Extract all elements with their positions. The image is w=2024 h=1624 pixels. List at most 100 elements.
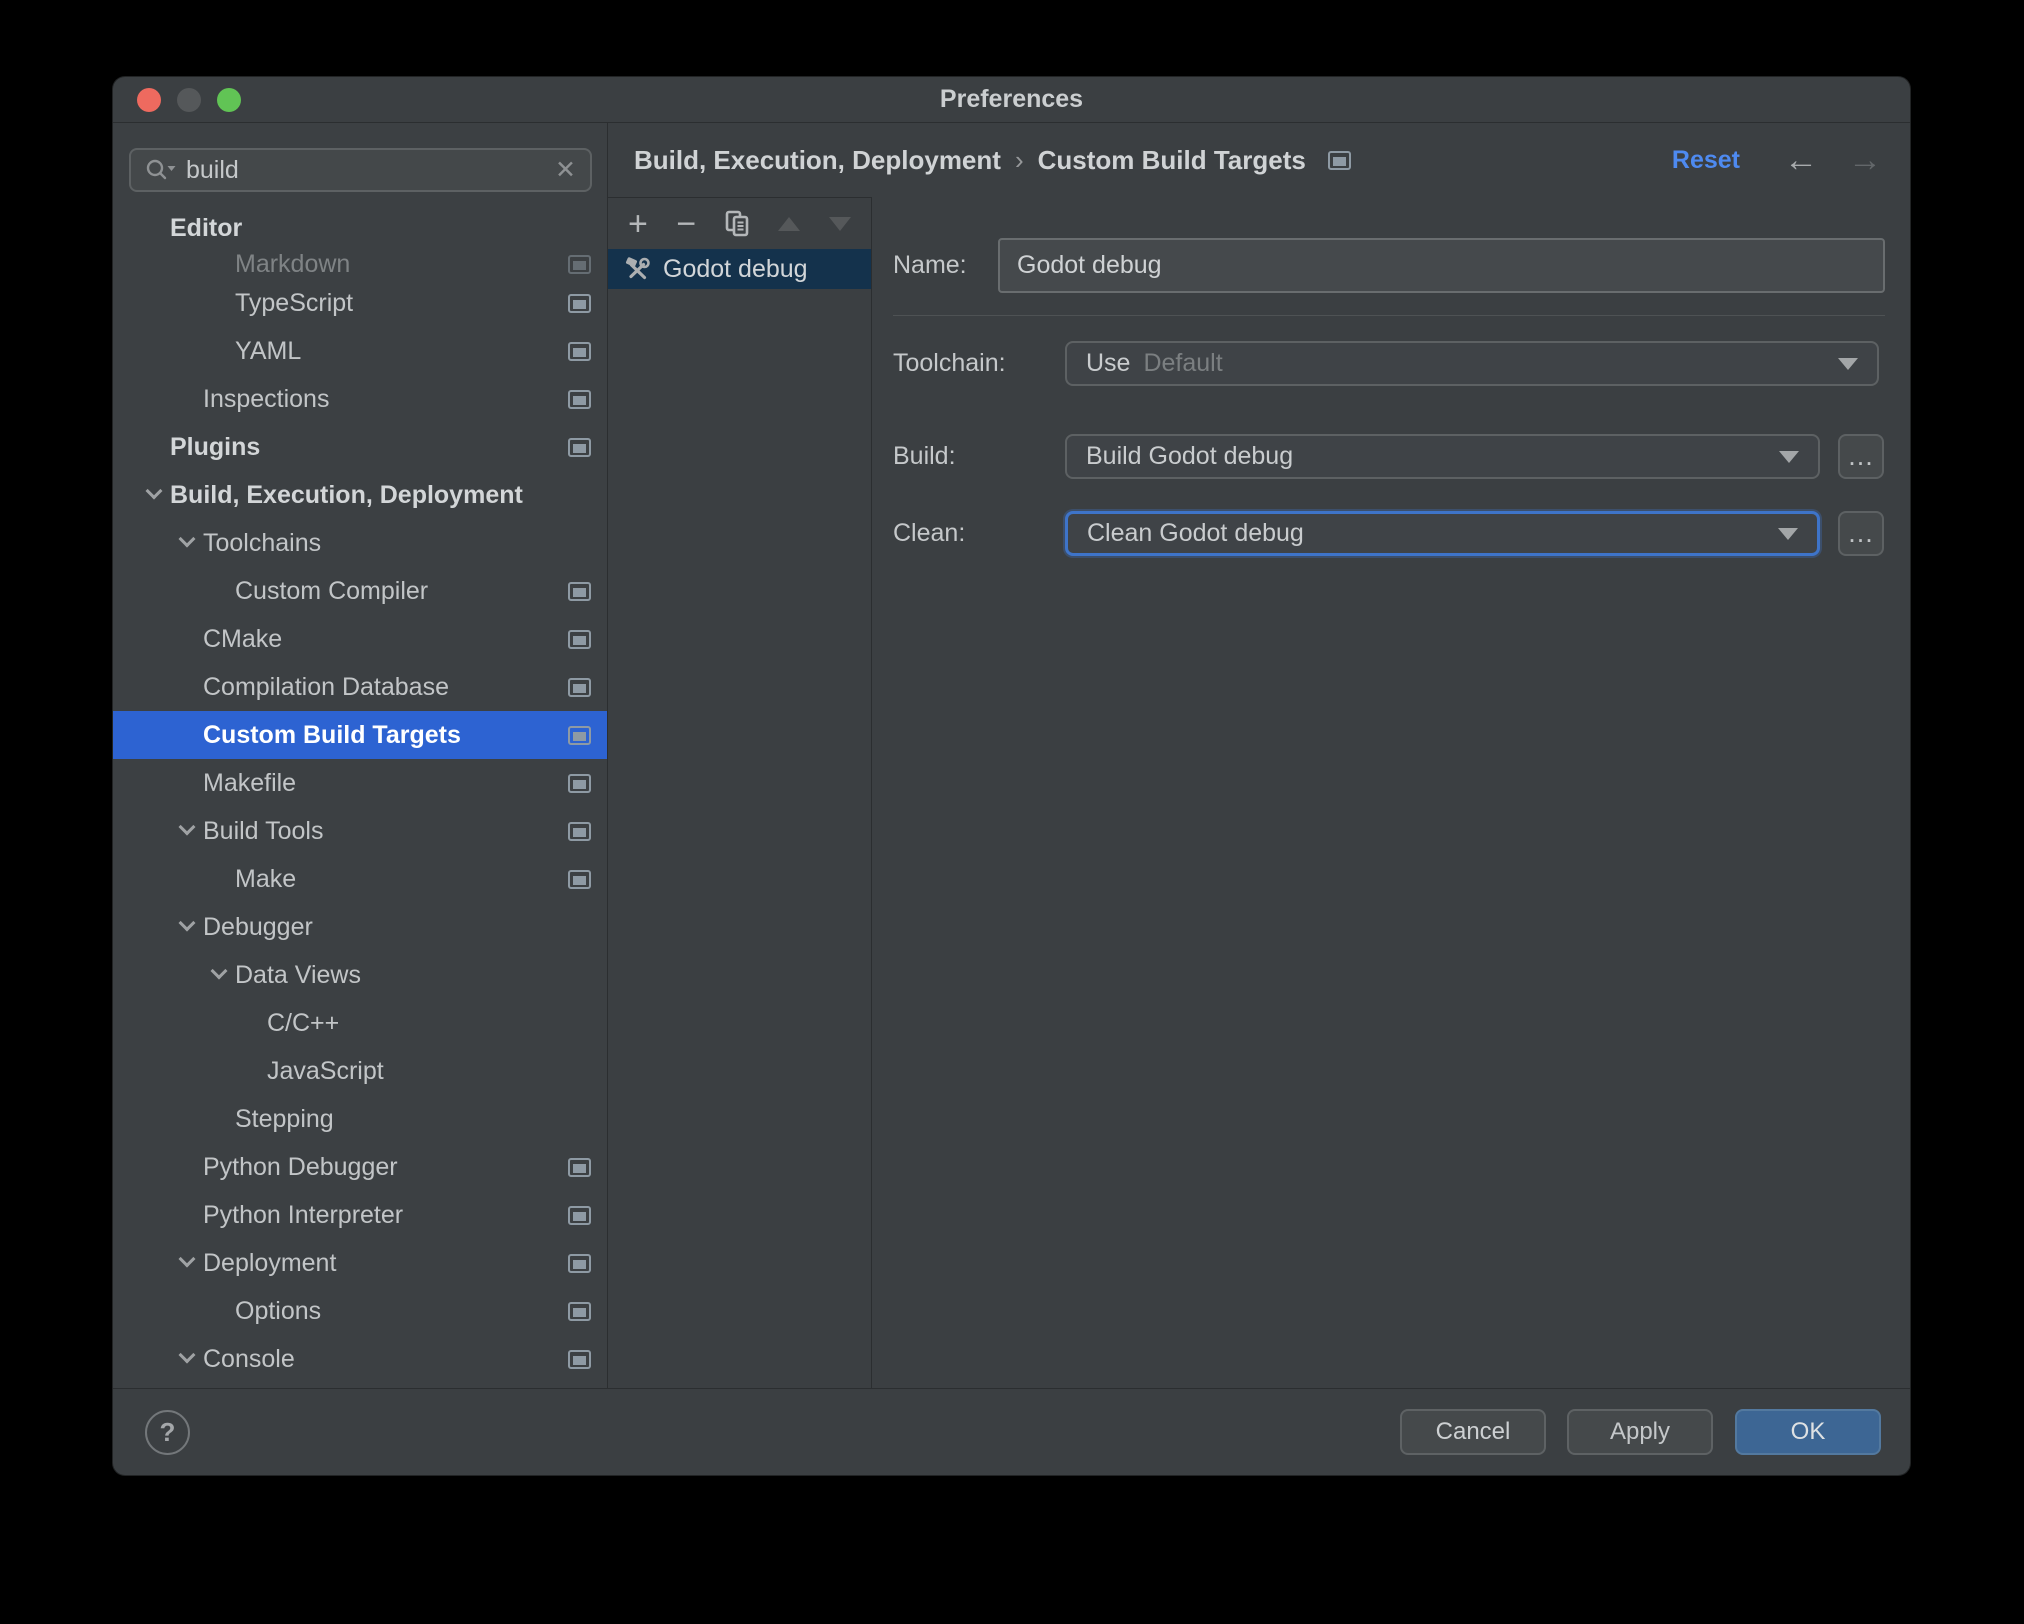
target-label: Godot debug (663, 254, 808, 283)
help-button[interactable]: ? (145, 1409, 190, 1455)
form-separator (893, 315, 1885, 316)
jump-to-settings-icon (568, 821, 591, 841)
tree-item-inspections[interactable]: Inspections (113, 375, 607, 423)
tree-item-editor[interactable]: Editor (113, 204, 607, 252)
jump-to-settings-icon (568, 1253, 591, 1273)
tree-item-options[interactable]: Options (113, 1287, 607, 1335)
build-value-text: Build Godot debug (1086, 442, 1294, 470)
tree-item-cmake[interactable]: CMake (113, 615, 607, 663)
title-bar: Preferences (113, 77, 1910, 123)
clean-select[interactable]: Clean Godot debug (1065, 511, 1820, 556)
tree-item-yaml[interactable]: YAML (113, 327, 607, 375)
tree-item-label: JavaScript (267, 1056, 384, 1085)
tree-item-label: YAML (235, 336, 302, 365)
name-label: Name: (893, 251, 967, 279)
add-target-button[interactable]: + (628, 207, 648, 241)
tree-item-label: Editor (170, 213, 243, 242)
jump-to-settings-icon (568, 677, 591, 697)
zoom-button[interactable] (217, 88, 241, 112)
tree-item-debugger[interactable]: Debugger (113, 903, 607, 951)
clean-label: Clean: (893, 519, 966, 547)
tree-item-deployment[interactable]: Deployment (113, 1239, 607, 1287)
back-arrow-button[interactable]: ← (1784, 143, 1818, 177)
tree-item-label: Custom Compiler (235, 576, 429, 605)
tree-item-label: Custom Build Targets (203, 720, 461, 749)
build-browse-button[interactable]: ... (1838, 434, 1884, 479)
tree-item-label: Markdown (235, 252, 351, 278)
jump-to-settings-icon (568, 725, 591, 745)
toolchain-use-text: Use (1086, 349, 1131, 377)
tree-item-plugins[interactable]: Plugins (113, 423, 607, 471)
target-list-item-godot-debug[interactable]: Godot debug (608, 249, 871, 289)
tree-item-make[interactable]: Make (113, 855, 607, 903)
jump-to-settings-icon (568, 437, 591, 457)
tree-item-compilation-database[interactable]: Compilation Database (113, 663, 607, 711)
dialog-footer: ? Cancel Apply OK (113, 1388, 1910, 1475)
jump-to-settings-icon (568, 1157, 591, 1177)
breadcrumb-section[interactable]: Build, Execution, Deployment (634, 145, 1001, 176)
dropdown-caret-icon (1778, 527, 1798, 540)
preferences-dialog: Preferences ✕ Editor Markdown TypeScript YA… (113, 77, 1910, 1475)
tree-item-label: Console (203, 1344, 295, 1373)
dropdown-caret-icon (1838, 357, 1858, 370)
search-input[interactable] (186, 155, 546, 185)
tree-item-label: Python Debugger (203, 1152, 398, 1181)
jump-to-source-icon[interactable] (1327, 150, 1351, 170)
move-down-button (828, 216, 851, 231)
chevron-down-icon[interactable] (170, 1250, 203, 1269)
chevron-down-icon[interactable] (202, 962, 235, 981)
build-targets-panel: + − Godot debug (608, 197, 872, 1388)
chevron-down-icon[interactable] (170, 914, 203, 933)
settings-sidebar: ✕ Editor Markdown TypeScript YAML Inspection… (113, 123, 608, 1388)
tree-item-custom-build-targets[interactable]: Custom Build Targets (113, 711, 607, 759)
tree-item-build-execution-deployment[interactable]: Build, Execution, Deployment (113, 471, 607, 519)
copy-target-button[interactable] (725, 210, 750, 238)
tree-item-python-debugger[interactable]: Python Debugger (113, 1143, 607, 1191)
tree-item-label: Inspections (203, 384, 330, 413)
tree-item-toolchains[interactable]: Toolchains (113, 519, 607, 567)
tree-item-label: Debugger (203, 912, 313, 941)
jump-to-settings-icon (568, 341, 591, 361)
apply-button[interactable]: Apply (1567, 1409, 1713, 1455)
tree-item-label: Plugins (170, 432, 261, 461)
chevron-down-icon[interactable] (170, 1346, 203, 1365)
remove-target-button[interactable]: − (676, 207, 696, 241)
tree-item-label: C/C++ (267, 1008, 340, 1037)
chevron-down-icon[interactable] (137, 482, 170, 501)
tree-item-makefile[interactable]: Makefile (113, 759, 607, 807)
tree-item-label: Deployment (203, 1248, 337, 1277)
clear-search-icon[interactable]: ✕ (555, 157, 576, 183)
tree-item-python-interpreter[interactable]: Python Interpreter (113, 1191, 607, 1239)
build-select[interactable]: Build Godot debug (1065, 434, 1820, 479)
targets-list: Godot debug (608, 249, 871, 289)
toolchain-select[interactable]: Use Default (1065, 341, 1879, 386)
tree-item-label: Python Interpreter (203, 1200, 404, 1229)
target-settings-form: Name: Godot debug Toolchain: Use Default… (872, 197, 1910, 1388)
tree-item-label: Build, Execution, Deployment (170, 480, 523, 509)
clean-browse-button[interactable]: ... (1838, 511, 1884, 556)
tree-item-c-c[interactable]: C/C++ (113, 999, 607, 1047)
clean-value-text: Clean Godot debug (1087, 519, 1304, 547)
chevron-down-icon[interactable] (170, 818, 203, 837)
tree-item-javascript[interactable]: JavaScript (113, 1047, 607, 1095)
chevron-down-icon[interactable] (170, 530, 203, 549)
breadcrumb-bar: Build, Execution, Deployment › Custom Bu… (608, 123, 1910, 197)
close-button[interactable] (137, 88, 161, 112)
settings-tree: Editor Markdown TypeScript YAML Inspections P… (113, 204, 607, 1388)
name-input[interactable]: Godot debug (998, 238, 1885, 293)
tree-item-stepping[interactable]: Stepping (113, 1095, 607, 1143)
minimize-button (177, 88, 201, 112)
jump-to-settings-icon (568, 629, 591, 649)
tree-item-typescript[interactable]: TypeScript (113, 279, 607, 327)
reset-button[interactable]: Reset (1672, 146, 1740, 175)
search-box[interactable]: ✕ (129, 148, 592, 192)
tree-item-console[interactable]: Console (113, 1335, 607, 1383)
ok-button[interactable]: OK (1735, 1409, 1881, 1455)
tree-item-label: Build Tools (203, 816, 324, 845)
tree-item-custom-compiler[interactable]: Custom Compiler (113, 567, 607, 615)
tree-item-data-views[interactable]: Data Views (113, 951, 607, 999)
tree-item-markdown[interactable]: Markdown (113, 252, 607, 279)
tree-item-build-tools[interactable]: Build Tools (113, 807, 607, 855)
cancel-button[interactable]: Cancel (1400, 1409, 1546, 1455)
breadcrumb-chevron-icon: › (1014, 144, 1024, 175)
